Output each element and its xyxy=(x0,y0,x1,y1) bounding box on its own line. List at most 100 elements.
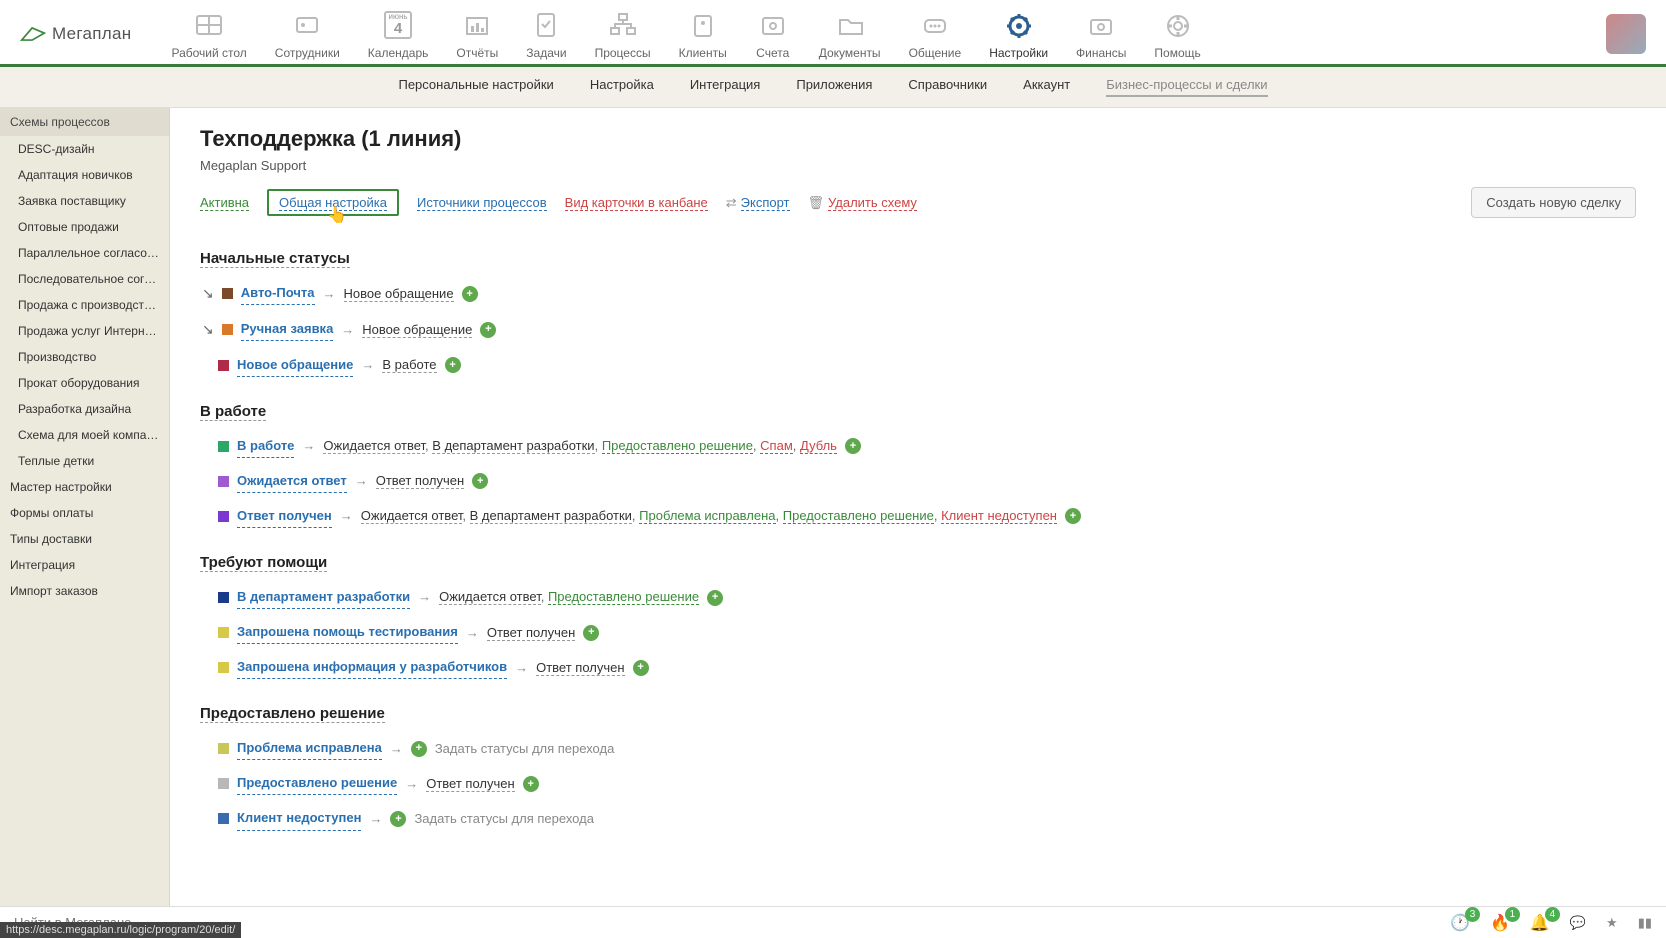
logo-icon xyxy=(20,24,46,44)
add-transition-button[interactable]: + xyxy=(583,625,599,641)
sidebar-item[interactable]: Мастер настройки xyxy=(0,474,169,500)
nav-Документы[interactable]: Документы xyxy=(819,8,881,60)
transition-target[interactable]: Клиент недоступен xyxy=(941,508,1057,524)
sidebar-scheme-item[interactable]: Адаптация новичков xyxy=(0,162,169,188)
status-active-link[interactable]: Активна xyxy=(200,195,249,211)
sidebar-scheme-item[interactable]: Последовательное согласов... xyxy=(0,266,169,292)
transition-target[interactable]: Дубль xyxy=(800,438,837,454)
add-transition-button[interactable]: + xyxy=(472,473,488,489)
subnav-Приложения[interactable]: Приложения xyxy=(796,77,872,97)
transition-target[interactable]: Ответ получен xyxy=(376,473,464,489)
nav-Сотрудники[interactable]: Сотрудники xyxy=(275,8,340,60)
status-name-link[interactable]: Новое обращение xyxy=(237,354,353,377)
sidebar-scheme-item[interactable]: Производство xyxy=(0,344,169,370)
transition-target[interactable]: Ответ получен xyxy=(426,776,514,792)
nav-Рабочий стол[interactable]: Рабочий стол xyxy=(171,8,246,60)
chat-icon[interactable]: 💬 xyxy=(1570,915,1586,931)
transition-target[interactable]: Ожидается ответ xyxy=(361,508,463,524)
status-name-link[interactable]: Клиент недоступен xyxy=(237,807,361,830)
status-name-link[interactable]: Запрошена информация у разработчиков xyxy=(237,656,507,679)
subnav-Аккаунт[interactable]: Аккаунт xyxy=(1023,77,1070,97)
add-transition-button[interactable]: + xyxy=(523,776,539,792)
transition-target[interactable]: Новое обращение xyxy=(344,286,454,302)
nav-Финансы[interactable]: Финансы xyxy=(1076,8,1126,60)
transition-target[interactable]: Ответ получен xyxy=(487,625,575,641)
status-name-link[interactable]: Ожидается ответ xyxy=(237,470,347,493)
nav-Отчёты[interactable]: Отчёты xyxy=(456,8,498,60)
status-name-link[interactable]: Предоставлено решение xyxy=(237,772,397,795)
add-transition-button[interactable]: + xyxy=(445,357,461,373)
export-link[interactable]: Экспорт xyxy=(741,195,790,211)
add-transition-button[interactable]: + xyxy=(845,438,861,454)
nav-Клиенты[interactable]: Клиенты xyxy=(679,8,727,60)
sidebar-scheme-item[interactable]: Продажа услуг Интернет-аге... xyxy=(0,318,169,344)
status-row: ↘Авто-Почта→Новое обращение + xyxy=(218,282,1636,306)
status-name-link[interactable]: Ручная заявка xyxy=(241,318,334,341)
transition-target[interactable]: Ответ получен xyxy=(536,660,624,676)
subnav-Настройка[interactable]: Настройка xyxy=(590,77,654,97)
sidebar-scheme-item[interactable]: Прокат оборудования xyxy=(0,370,169,396)
nav-Задачи[interactable]: Задачи xyxy=(526,8,566,60)
sidebar-item[interactable]: Формы оплаты xyxy=(0,500,169,526)
process-sources-link[interactable]: Источники процессов xyxy=(417,195,547,211)
transition-target[interactable]: Ожидается ответ xyxy=(323,438,425,454)
subnav-Интеграция[interactable]: Интеграция xyxy=(690,77,761,97)
sidebar-item[interactable]: Типы доставки xyxy=(0,526,169,552)
transition-target[interactable]: Предоставлено решение xyxy=(783,508,934,524)
create-deal-button[interactable]: Создать новую сделку xyxy=(1471,187,1636,218)
transition-target[interactable]: В департамент разработки xyxy=(470,508,632,524)
add-transition-button[interactable]: + xyxy=(411,741,427,757)
sidebar-scheme-item[interactable]: Заявка поставщику xyxy=(0,188,169,214)
status-name-link[interactable]: В департамент разработки xyxy=(237,586,410,609)
sidebar-scheme-item[interactable]: Оптовые продажи xyxy=(0,214,169,240)
add-transition-button[interactable]: + xyxy=(707,590,723,606)
transition-target[interactable]: Ожидается ответ xyxy=(439,589,541,605)
sidebar-item[interactable]: Импорт заказов xyxy=(0,578,169,604)
sidebar-section-schemes[interactable]: Схемы процессов xyxy=(0,108,169,136)
sidebar-scheme-item[interactable]: Схема для моей компании xyxy=(0,422,169,448)
book-icon[interactable]: ▮▮ xyxy=(1638,915,1652,931)
nav-Настройки[interactable]: Настройки xyxy=(989,8,1048,60)
kanban-view-link[interactable]: Вид карточки в канбане xyxy=(565,195,708,211)
transition-target[interactable]: Предоставлено решение xyxy=(548,589,699,605)
logo[interactable]: Мегаплан xyxy=(20,24,131,44)
nav-Процессы[interactable]: Процессы xyxy=(595,8,651,60)
subnav-Бизнес-процессы и сделки[interactable]: Бизнес-процессы и сделки xyxy=(1106,77,1267,97)
star-icon[interactable]: ★ xyxy=(1606,915,1618,931)
sidebar-scheme-item[interactable]: Продажа с производством xyxy=(0,292,169,318)
sidebar-scheme-item[interactable]: Теплые детки xyxy=(0,448,169,474)
nav-Счета[interactable]: Счета xyxy=(755,8,791,60)
transition-target[interactable]: Проблема исправлена xyxy=(639,508,775,524)
sidebar-scheme-item[interactable]: Разработка дизайна xyxy=(0,396,169,422)
transition-target[interactable]: В департамент разработки xyxy=(432,438,594,454)
add-transition-button[interactable]: + xyxy=(480,322,496,338)
add-transition-button[interactable]: + xyxy=(633,660,649,676)
status-name-link[interactable]: Проблема исправлена xyxy=(237,737,382,760)
subnav-Справочники[interactable]: Справочники xyxy=(908,77,987,97)
sidebar-scheme-item[interactable]: Параллельное согласование xyxy=(0,240,169,266)
status-name-link[interactable]: Запрошена помощь тестирования xyxy=(237,621,458,644)
fire-icon[interactable]: 🔥1 xyxy=(1490,913,1510,933)
sidebar-item[interactable]: Интеграция xyxy=(0,552,169,578)
subnav-Персональные настройки[interactable]: Персональные настройки xyxy=(398,77,553,97)
transition-target[interactable]: В работе xyxy=(382,357,436,373)
add-transition-button[interactable]: + xyxy=(390,811,406,827)
add-transition-button[interactable]: + xyxy=(462,286,478,302)
status-name-link[interactable]: В работе xyxy=(237,435,294,458)
add-transition-button[interactable]: + xyxy=(1065,508,1081,524)
status-name-link[interactable]: Ответ получен xyxy=(237,505,332,528)
transition-target[interactable]: Новое обращение xyxy=(362,322,472,338)
sidebar-scheme-item[interactable]: DESC-дизайн xyxy=(0,136,169,162)
nav-Календарь[interactable]: июнь4Календарь xyxy=(368,8,429,60)
transition-target[interactable]: Предоставлено решение xyxy=(602,438,753,454)
bell-icon[interactable]: 🔔4 xyxy=(1530,913,1550,933)
transition-target[interactable]: Спам xyxy=(760,438,793,454)
general-settings-link[interactable]: Общая настройка xyxy=(279,195,387,211)
status-name-link[interactable]: Авто-Почта xyxy=(241,282,315,305)
nav-Помощь[interactable]: Помощь xyxy=(1154,8,1200,60)
clock-icon[interactable]: 🕐3 xyxy=(1450,913,1470,933)
user-avatar[interactable] xyxy=(1606,14,1646,54)
delete-scheme-link[interactable]: Удалить схему xyxy=(828,195,917,211)
status-row: Новое обращение→В работе + xyxy=(218,354,1636,377)
nav-Общение[interactable]: Общение xyxy=(909,8,962,60)
